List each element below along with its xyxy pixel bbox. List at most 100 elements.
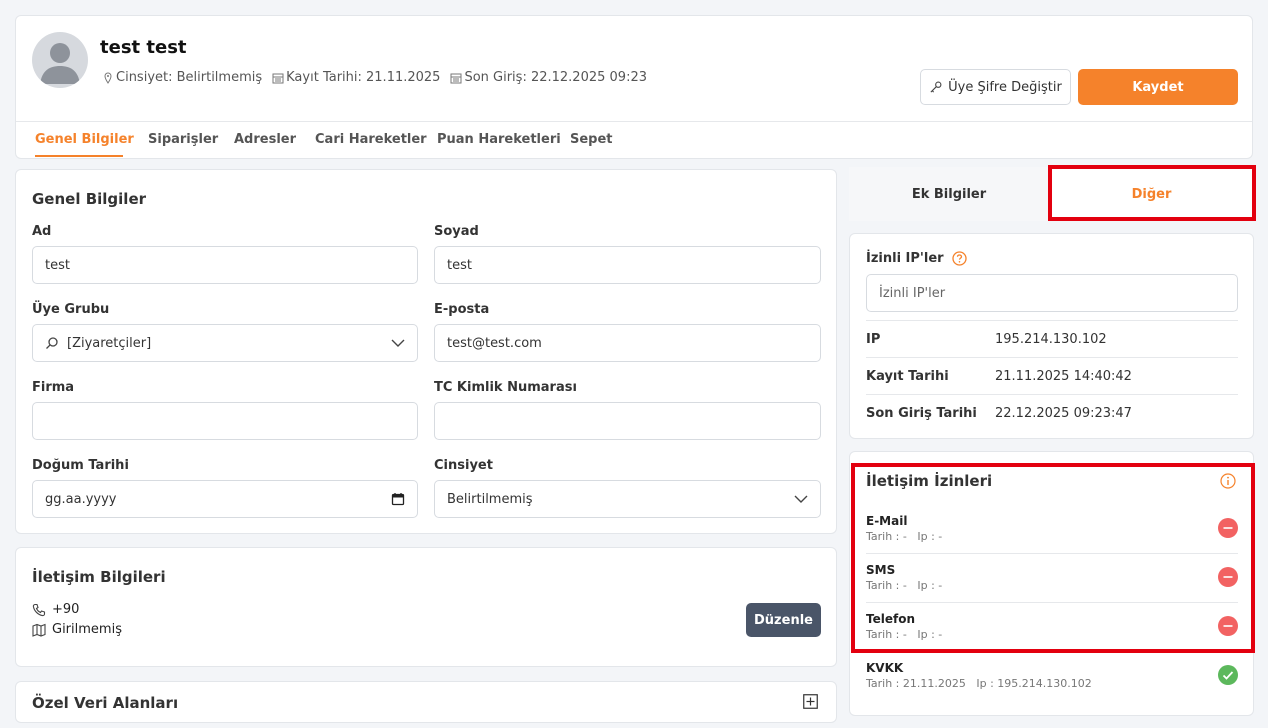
right-panel-tabs: Ek Bilgiler Diğer [849, 167, 1254, 221]
save-button[interactable]: Kaydet [1078, 69, 1238, 105]
chevron-down-icon [391, 339, 405, 347]
tab-cari-hareketler[interactable]: Cari Hareketler [315, 132, 427, 147]
group-label: Üye Grubu [32, 302, 110, 317]
allowed-ip-input[interactable]: İzinli IP'ler [866, 274, 1238, 312]
member-meta: Cinsiyet: Belirtilmemiş Kayıt Tarihi: 21… [102, 70, 653, 85]
gender-label: Cinsiyet [434, 458, 493, 473]
permission-granted-icon[interactable] [1218, 665, 1238, 685]
map-icon [32, 623, 46, 637]
gender-value: Belirtilmemiş [447, 491, 533, 507]
company-input[interactable] [32, 402, 418, 440]
gender-select[interactable]: Belirtilmemiş [434, 480, 821, 518]
soyad-value: test [447, 257, 472, 273]
permission-row-kvkk: KVKK Tarih : 21.11.2025 Ip : 195.214.130… [866, 651, 1238, 700]
gender-meta: Cinsiyet: Belirtilmemiş [116, 70, 263, 85]
calendar-icon [272, 73, 284, 83]
tab-diger[interactable]: Diğer [1049, 167, 1254, 221]
permission-row-email: E-Mail Tarih : - Ip : - [866, 504, 1238, 553]
soyad-label: Soyad [434, 224, 479, 239]
email-input[interactable]: test@test.com [434, 324, 821, 362]
ip-row: IP 195.214.130.102 [866, 320, 1238, 357]
general-info-card: Genel Bilgiler Ad test Soyad test Üye Gr… [15, 169, 837, 534]
email-label: E-posta [434, 302, 490, 317]
search-icon [46, 337, 58, 349]
tab-sepet[interactable]: Sepet [570, 132, 613, 147]
permission-denied-icon[interactable] [1218, 567, 1238, 587]
permissions-title: İletişim İzinleri [866, 472, 993, 490]
info-icon[interactable] [1220, 473, 1236, 489]
change-password-button[interactable]: Üye Şifre Değiştir [920, 69, 1071, 105]
group-value: [Ziyaretçiler] [67, 335, 152, 351]
contact-phone-row: +90 [32, 602, 79, 617]
tab-genel-bilgiler[interactable]: Genel Bilgiler [35, 132, 134, 147]
last-login-key: Son Giriş Tarihi [866, 405, 977, 421]
tab-adresler[interactable]: Adresler [234, 132, 296, 147]
tab-puan-hareketleri[interactable]: Puan Hareketleri [437, 132, 561, 147]
permission-name: KVKK [866, 661, 904, 675]
permission-row-phone: Telefon Tarih : - Ip : - [866, 602, 1238, 651]
ip-info-card: İzinli IP'ler İzinli IP'ler IP 195.214.1… [849, 233, 1254, 439]
chevron-down-icon [794, 495, 808, 503]
allowed-ip-placeholder: İzinli IP'ler [879, 285, 946, 301]
calendar-icon [450, 73, 462, 83]
tc-input[interactable] [434, 402, 821, 440]
contact-address: Girilmemiş [52, 622, 122, 637]
key-icon [930, 81, 942, 93]
permission-denied-icon[interactable] [1218, 616, 1238, 636]
permission-denied-icon[interactable] [1218, 518, 1238, 538]
contact-address-row: Girilmemiş [32, 622, 122, 637]
help-icon[interactable] [951, 251, 967, 266]
register-date-row: Kayıt Tarihi 21.11.2025 14:40:42 [866, 357, 1238, 394]
permission-detail: Tarih : 21.11.2025 Ip : 195.214.130.102 [866, 677, 1092, 690]
special-data-card: Özel Veri Alanları [15, 681, 837, 723]
last-login-row: Son Giriş Tarihi 22.12.2025 09:23:47 [866, 394, 1238, 431]
ip-key: IP [866, 331, 881, 347]
register-meta: Kayıt Tarihi: 21.11.2025 [286, 70, 441, 85]
header-divider [16, 121, 1252, 122]
ad-input[interactable]: test [32, 246, 418, 284]
ad-label: Ad [32, 224, 52, 239]
contact-phone: +90 [52, 602, 80, 617]
phone-icon [32, 603, 46, 616]
tc-label: TC Kimlik Numarası [434, 380, 577, 395]
permission-detail: Tarih : - Ip : - [866, 579, 943, 592]
special-data-title: Özel Veri Alanları [32, 694, 179, 712]
tab-ek-bilgiler[interactable]: Ek Bilgiler [849, 167, 1049, 221]
active-tab-indicator [35, 155, 123, 157]
contact-permissions-card: İletişim İzinleri E-Mail Tarih : - Ip : … [849, 451, 1254, 716]
expand-plus-icon[interactable] [803, 694, 818, 709]
tab-siparisler[interactable]: Siparişler [148, 132, 218, 147]
ad-value: test [45, 257, 70, 273]
allowed-ip-header: İzinli IP'ler [866, 251, 967, 266]
member-name: test test [100, 37, 187, 58]
last-login-meta: Son Giriş: 22.12.2025 09:23 [464, 70, 647, 85]
last-login-value: 22.12.2025 09:23:47 [995, 405, 1132, 421]
contact-info-title: İletişim Bilgileri [32, 568, 166, 586]
calendar-picker-icon[interactable] [391, 492, 405, 506]
permission-name: E-Mail [866, 514, 908, 528]
member-header: test test Cinsiyet: Belirtilmemiş Kayıt … [15, 15, 1253, 159]
register-date-key: Kayıt Tarihi [866, 368, 949, 384]
permission-name: SMS [866, 563, 896, 577]
permission-row-sms: SMS Tarih : - Ip : - [866, 553, 1238, 602]
edit-contact-button[interactable]: Düzenle [746, 603, 821, 637]
permission-name: Telefon [866, 612, 915, 626]
pin-icon [104, 71, 112, 84]
soyad-input[interactable]: test [434, 246, 821, 284]
change-password-label: Üye Şifre Değiştir [948, 79, 1062, 95]
group-select[interactable]: [Ziyaretçiler] [32, 324, 418, 362]
birth-label: Doğum Tarihi [32, 458, 129, 473]
permission-detail: Tarih : - Ip : - [866, 628, 943, 641]
allowed-ip-label: İzinli IP'ler [866, 251, 944, 266]
company-label: Firma [32, 380, 75, 395]
birth-date-input[interactable]: gg.aa.yyyy [32, 480, 418, 518]
email-value: test@test.com [447, 335, 542, 351]
ip-value: 195.214.130.102 [995, 331, 1107, 347]
user-avatar-icon [40, 43, 80, 84]
birth-placeholder: gg.aa.yyyy [45, 491, 117, 507]
register-date-value: 21.11.2025 14:40:42 [995, 368, 1132, 384]
general-info-title: Genel Bilgiler [32, 190, 147, 208]
permission-detail: Tarih : - Ip : - [866, 530, 943, 543]
contact-info-card: İletişim Bilgileri +90 Girilmemiş Düzenl… [15, 547, 837, 667]
avatar [32, 32, 88, 88]
